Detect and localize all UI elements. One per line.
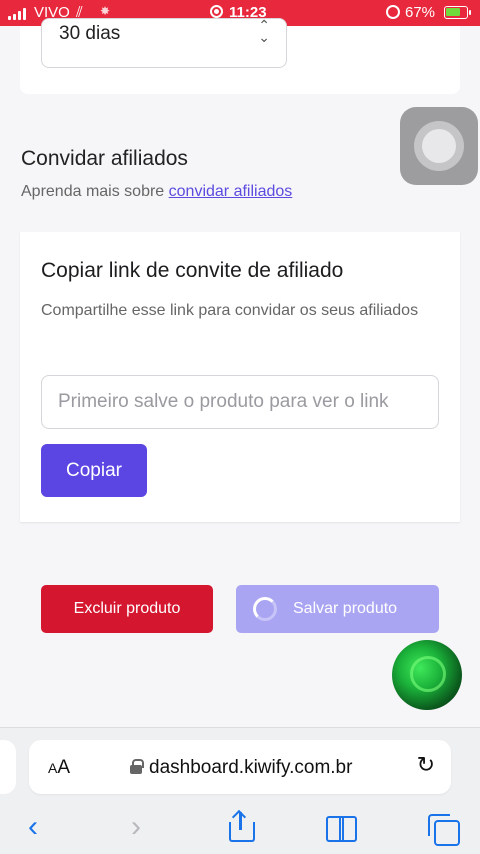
signal-icon (8, 8, 26, 20)
screen-recording-icon (210, 5, 223, 18)
brightness-icon: ✸ (100, 4, 111, 18)
card-title: Copiar link de convite de afiliado (41, 259, 344, 282)
period-card: 30 dias ⌃ ⌄ (20, 18, 460, 94)
lock-icon (130, 759, 144, 774)
back-icon[interactable]: ‹ (28, 810, 38, 844)
browser-nav: ‹ › (0, 809, 480, 854)
delete-product-button[interactable]: Excluir produto (41, 585, 213, 633)
card-description: Compartilhe esse link para convidar os s… (41, 302, 419, 319)
browser-toolbar: AA dashboard.kiwify.com.br ↻ ‹ › (0, 727, 480, 854)
bookmarks-icon[interactable] (326, 816, 357, 842)
forward-icon[interactable]: › (131, 810, 141, 844)
battery-percentage: 67% (405, 4, 436, 21)
address-bar[interactable]: AA dashboard.kiwify.com.br ↻ (29, 740, 451, 794)
assistive-touch-button[interactable] (400, 107, 478, 185)
chat-widget-button[interactable] (392, 640, 462, 710)
battery-icon (444, 6, 471, 19)
reload-icon[interactable]: ↻ (417, 752, 435, 778)
previous-tab-preview[interactable] (0, 740, 16, 794)
section-subtitle: Aprenda mais sobre convidar afiliados (21, 183, 292, 201)
url-text: dashboard.kiwify.com.br (149, 757, 353, 778)
learn-more-link[interactable]: convidar afiliados (169, 183, 293, 200)
orientation-lock-icon (386, 5, 400, 19)
period-select-value: 30 dias (59, 23, 121, 44)
tabs-icon[interactable] (428, 814, 460, 846)
period-select[interactable]: 30 dias ⌃ ⌄ (41, 18, 287, 68)
save-product-button[interactable]: Salvar produto (236, 585, 439, 633)
loading-spinner-icon (253, 597, 277, 621)
text-size-button[interactable]: AA (48, 757, 70, 779)
copy-button[interactable]: Copiar (41, 444, 147, 497)
subtitle-text: Aprenda mais sobre (21, 183, 165, 200)
share-icon[interactable] (229, 809, 255, 842)
invite-link-input[interactable] (41, 375, 439, 429)
save-product-label: Salvar produto (293, 600, 398, 617)
invite-link-card: Copiar link de convite de afiliado Compa… (20, 232, 460, 522)
section-title: Convidar afiliados (21, 147, 188, 170)
select-chevrons-icon: ⌃ ⌄ (258, 17, 270, 45)
